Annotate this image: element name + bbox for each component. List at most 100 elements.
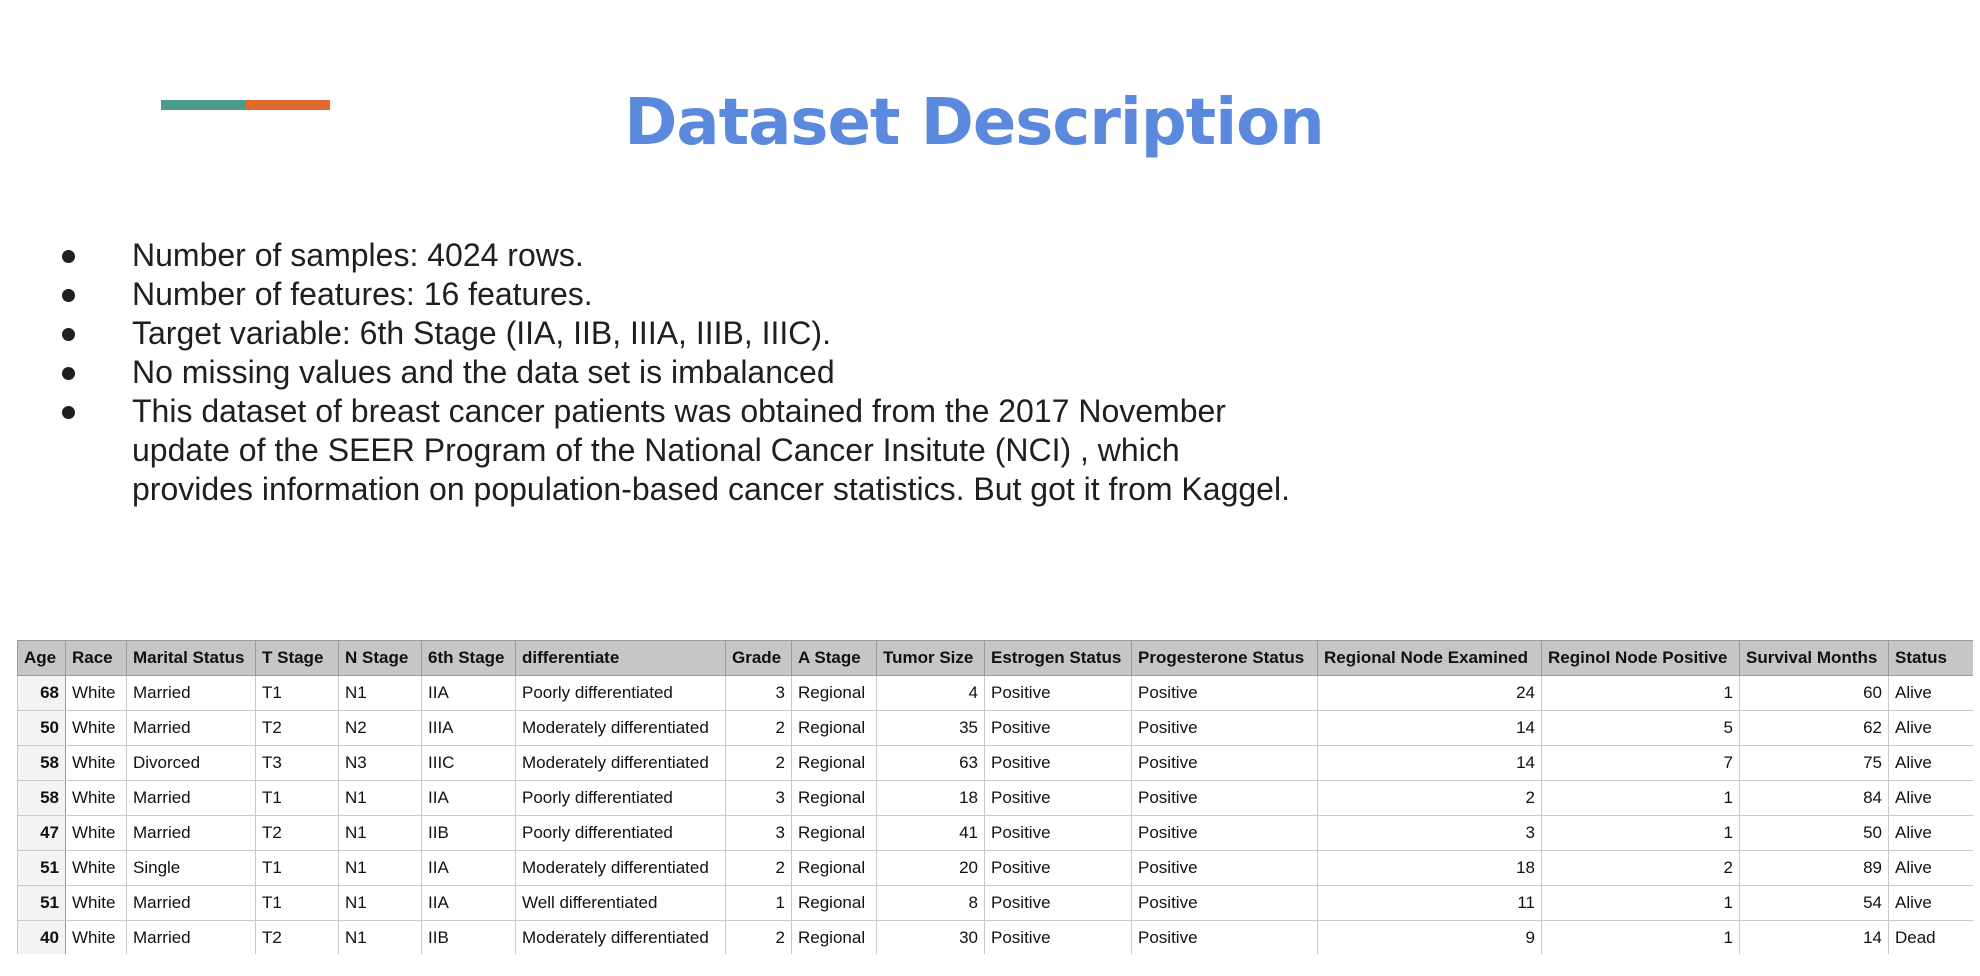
table-cell: 2 (725, 710, 792, 746)
table-row: 40 White Married T2 N1 IIB Moderately differen… (17, 920, 1973, 954)
table-cell: Moderately differentiated (515, 745, 726, 781)
table-cell: White (65, 920, 127, 954)
column-header: Grade (725, 640, 792, 676)
table-cell: T1 (255, 850, 339, 886)
column-header: T Stage (255, 640, 339, 676)
table-cell: Regional (791, 745, 877, 781)
table-cell: 68 (17, 675, 66, 711)
table-cell: 35 (876, 710, 985, 746)
bullet-icon (62, 328, 75, 341)
table-cell: Moderately differentiated (515, 920, 726, 954)
table-cell: Regional (791, 850, 877, 886)
dataset-table-container: Age Race Marital Status T Stage N Stage 6th S… (17, 640, 1973, 954)
table-cell: Alive (1888, 850, 1973, 886)
bullet-icon (62, 250, 75, 263)
table-cell: Positive (1131, 710, 1318, 746)
table-cell: Poorly differentiated (515, 815, 726, 851)
table-cell: 18 (876, 780, 985, 816)
table-cell: 63 (876, 745, 985, 781)
table-cell: White (65, 780, 127, 816)
table-cell: Married (126, 780, 256, 816)
table-cell: 58 (17, 780, 66, 816)
table-cell: Positive (984, 850, 1132, 886)
table-row: 47 White Married T2 N1 IIB Poorly differentiat… (17, 815, 1973, 851)
table-cell: IIA (421, 850, 516, 886)
table-cell: N1 (338, 815, 422, 851)
table-cell: T2 (255, 710, 339, 746)
table-cell: IIB (421, 815, 516, 851)
table-cell: Positive (984, 710, 1132, 746)
column-header: Estrogen Status (984, 640, 1132, 676)
table-cell: 14 (1317, 710, 1542, 746)
bullet-list: Number of samples: 4024 rows. Number of … (56, 236, 1336, 509)
table-cell: N1 (338, 920, 422, 954)
dataset-table: Age Race Marital Status T Stage N Stage 6th S… (17, 640, 1973, 954)
table-cell: Positive (1131, 675, 1318, 711)
table-cell: Regional (791, 675, 877, 711)
column-header: N Stage (338, 640, 422, 676)
table-cell: 1 (1541, 780, 1740, 816)
column-header: Regional Node Examined (1317, 640, 1542, 676)
table-header-row: Age Race Marital Status T Stage N Stage 6th S… (17, 640, 1973, 676)
table-cell: Married (126, 815, 256, 851)
bullet-item: Number of samples: 4024 rows. (56, 236, 1336, 275)
table-cell: 54 (1739, 885, 1889, 921)
table-cell: Positive (984, 920, 1132, 954)
table-cell: Married (126, 885, 256, 921)
column-header: Race (65, 640, 127, 676)
table-cell: Positive (1131, 745, 1318, 781)
table-cell: 3 (725, 675, 792, 711)
table-cell: 40 (17, 920, 66, 954)
table-cell: T2 (255, 815, 339, 851)
column-header: 6th Stage (421, 640, 516, 676)
table-cell: Married (126, 675, 256, 711)
table-cell: Positive (1131, 885, 1318, 921)
table-cell: 2 (725, 920, 792, 954)
table-cell: 14 (1317, 745, 1542, 781)
table-cell: Alive (1888, 885, 1973, 921)
table-cell: Regional (791, 920, 877, 954)
column-header: Tumor Size (876, 640, 985, 676)
column-header: Survival Months (1739, 640, 1889, 676)
table-cell: Positive (984, 780, 1132, 816)
table-cell: Regional (791, 815, 877, 851)
table-cell: Alive (1888, 815, 1973, 851)
bullet-item: Target variable: 6th Stage (IIA, IIB, II… (56, 314, 1336, 353)
table-row: 50 White Married T2 N2 IIIA Moderately differe… (17, 710, 1973, 746)
table-cell: 4 (876, 675, 985, 711)
table-cell: T3 (255, 745, 339, 781)
table-cell: White (65, 710, 127, 746)
table-cell: 8 (876, 885, 985, 921)
table-cell: IIIA (421, 710, 516, 746)
slide-title: Dataset Description (624, 86, 1324, 160)
table-cell: 20 (876, 850, 985, 886)
bullet-item: Number of features: 16 features. (56, 275, 1336, 314)
table-cell: N1 (338, 850, 422, 886)
bullet-icon (62, 367, 75, 380)
bullet-icon (62, 406, 75, 419)
table-cell: White (65, 850, 127, 886)
table-cell: Positive (984, 885, 1132, 921)
table-cell: 51 (17, 885, 66, 921)
table-cell: Positive (984, 815, 1132, 851)
table-cell: Poorly differentiated (515, 675, 726, 711)
table-cell: T2 (255, 920, 339, 954)
table-cell: 84 (1739, 780, 1889, 816)
table-cell: 89 (1739, 850, 1889, 886)
table-cell: 1 (1541, 920, 1740, 954)
table-cell: 9 (1317, 920, 1542, 954)
table-cell: 24 (1317, 675, 1542, 711)
bullet-text: Target variable: 6th Stage (IIA, IIB, II… (132, 315, 831, 351)
bullet-text: No missing values and the data set is im… (132, 354, 835, 390)
table-cell: T1 (255, 780, 339, 816)
table-cell: 2 (725, 850, 792, 886)
table-cell: Alive (1888, 780, 1973, 816)
table-cell: 3 (725, 780, 792, 816)
table-cell: Poorly differentiated (515, 780, 726, 816)
table-cell: 50 (17, 710, 66, 746)
table-row: 68 White Married T1 N1 IIA Poorly differentiat… (17, 675, 1973, 711)
table-cell: Alive (1888, 710, 1973, 746)
table-cell: IIIC (421, 745, 516, 781)
table-cell: Regional (791, 710, 877, 746)
bullet-icon (62, 289, 75, 302)
